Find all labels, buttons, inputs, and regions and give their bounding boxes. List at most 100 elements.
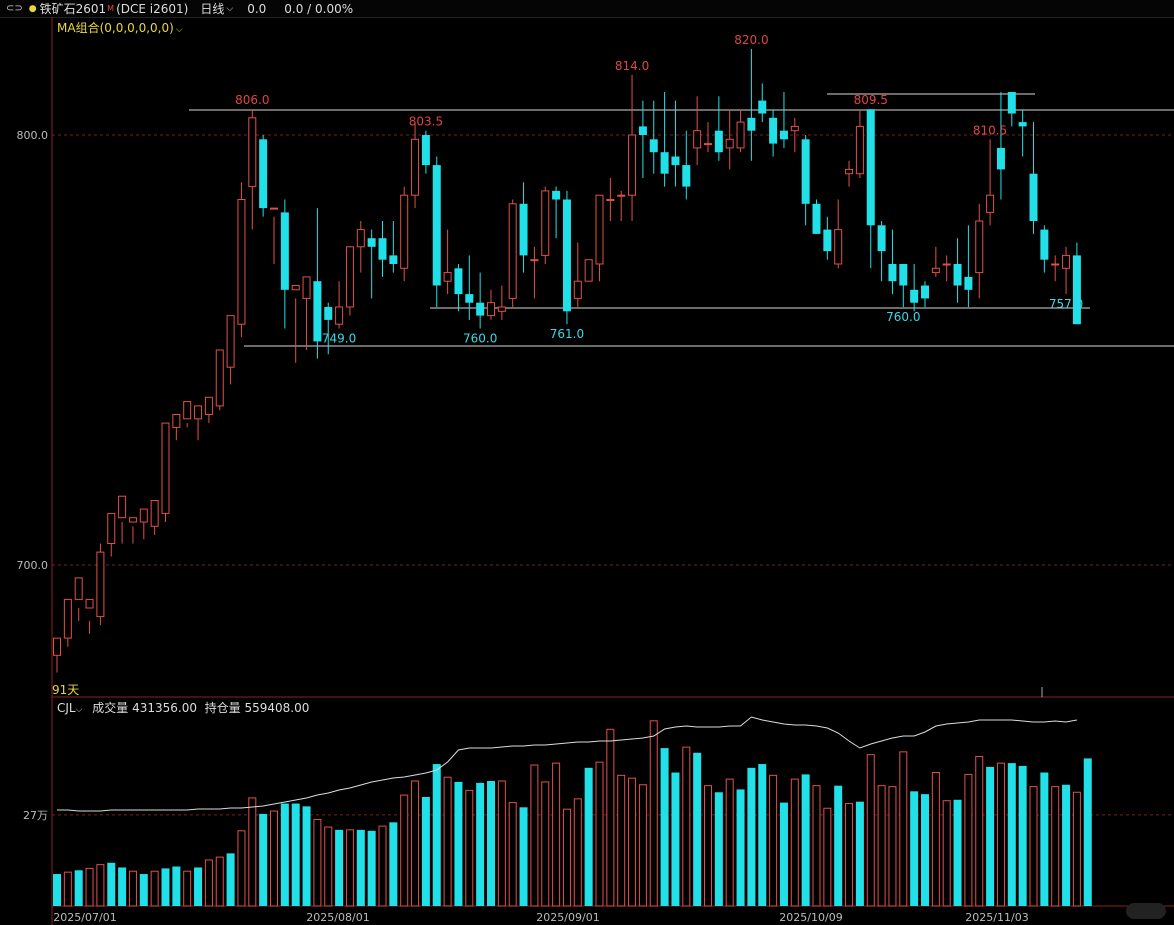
candle-body-up [443, 272, 452, 282]
candle-body-up [530, 259, 539, 262]
volume-bar-down [291, 803, 300, 906]
volume-indicator-name[interactable]: CJL [57, 701, 76, 715]
candle-body-down [519, 203, 528, 256]
volume-bar-up [400, 794, 409, 907]
volume-bar-up [1072, 791, 1081, 907]
watermark-logo [1126, 903, 1166, 919]
volume-bar-up [823, 807, 832, 907]
candle-body-up [1051, 263, 1060, 266]
candle-body-down [432, 165, 441, 286]
kline-chart[interactable]: 800.0 700.0 806.0 803.5 814.0 820.0 809.5 810.5… [0, 17, 1174, 925]
volume-bar-down [747, 767, 756, 906]
volume-bar-up [606, 728, 615, 907]
volume-bar-up [638, 784, 647, 907]
volume-bar-up [248, 797, 257, 907]
candle-body-down [899, 264, 908, 286]
volume-bar-up [866, 754, 875, 907]
period-selector[interactable]: 日线 [200, 0, 224, 17]
volume-bar-down [953, 799, 962, 906]
candle-body-down [660, 152, 669, 174]
candle-body-up [270, 207, 278, 210]
volume-bar-up [562, 808, 571, 907]
low-price-label: 761.0 [550, 327, 584, 341]
volume-bar-up [682, 746, 691, 907]
volume-bar-up [628, 777, 637, 907]
candle-body-down [378, 238, 387, 260]
volume-bar-down [986, 766, 995, 906]
date-label: 2025/09/01 [536, 911, 599, 924]
volume-bar-up [931, 772, 940, 907]
candle-body-up [204, 396, 213, 415]
candle-body-up [855, 125, 864, 175]
volume-bar-down [1018, 765, 1027, 906]
volume-bar-down [1062, 784, 1071, 906]
volume-bar-down [660, 748, 669, 906]
volume-bar-up [508, 802, 517, 907]
candle-body-up [975, 220, 984, 274]
volume-bar-down [693, 752, 702, 906]
symbol-name[interactable]: 铁矿石2601 [40, 0, 107, 17]
candle-body-up [736, 121, 745, 149]
candle-body-up [986, 194, 995, 213]
candle-body-down [758, 100, 767, 114]
link-icon[interactable]: ⊂⊃ [6, 3, 23, 14]
candle-body-up [53, 637, 61, 656]
chevron-down-icon[interactable]: ⌵ [76, 705, 83, 715]
candle-body-up [595, 194, 604, 265]
candle-body-down [476, 302, 485, 316]
volume-bar-down [671, 772, 680, 906]
candle-body-up [302, 276, 311, 299]
volume-bar-down [584, 767, 593, 906]
price-tick-label: 700.0 [17, 559, 49, 572]
candle-body-up [63, 598, 72, 639]
candle-body-down [866, 109, 875, 226]
high-price-label: 810.5 [973, 123, 1007, 137]
chevron-down-icon[interactable]: ⌵ [226, 4, 233, 14]
volume-bar-up [541, 781, 550, 907]
candle-body-down [812, 203, 821, 234]
ma-indicator-selector[interactable]: MA组合(0,0,0,0,0,0) ⌵ [57, 19, 183, 36]
days-label: 91天 [52, 683, 80, 697]
volume-bar-up [497, 780, 506, 907]
candle-body-down [769, 117, 778, 144]
volume-bar-down [855, 801, 864, 906]
volume-tick-label: 27万 [23, 809, 48, 822]
candle-body-down [747, 117, 756, 131]
candle-body-up [628, 134, 637, 196]
candle-body-up [74, 577, 83, 600]
candle-body-up [790, 125, 799, 132]
volume-bar-up [1051, 786, 1060, 907]
candle-body-down [910, 289, 919, 303]
candle-body-up [704, 143, 712, 146]
candle-body-down [454, 268, 463, 295]
candle-body-up [161, 422, 170, 514]
candle-body-up [400, 194, 409, 269]
candle-body-down [313, 281, 322, 342]
candle-body-down [921, 285, 929, 299]
volume-panel-header: CJL⌵ 成交量 431356.00 持仓量 559408.00 [57, 699, 309, 716]
volume-bar-up [215, 856, 224, 907]
candle-body-up [194, 405, 203, 420]
volume-bar-up [204, 859, 213, 907]
candle-body-up [411, 138, 420, 196]
badge-m: M [107, 4, 115, 13]
candle-body-down [801, 139, 810, 204]
candle-body-up [172, 414, 181, 428]
candle-body-down [389, 255, 398, 264]
low-price-label: 749.0 [322, 332, 356, 346]
candle-body-up [215, 349, 224, 407]
volume-bar-up [324, 826, 333, 907]
volume-bar-down [736, 789, 745, 906]
candle-body-down [259, 139, 268, 209]
date-label: 2025/11/03 [965, 911, 1028, 924]
candle-body-up [356, 229, 365, 248]
high-price-label: 809.5 [854, 93, 888, 107]
candle-body-up [291, 285, 300, 291]
candle-body-down [1018, 122, 1027, 127]
volume-bar-down [801, 774, 810, 906]
candle-body-down [421, 135, 430, 166]
volume-bar-down [1083, 758, 1092, 906]
volume-bar-down [356, 829, 365, 906]
volume-bar-up [942, 800, 951, 907]
volume-bar-down [172, 866, 181, 906]
